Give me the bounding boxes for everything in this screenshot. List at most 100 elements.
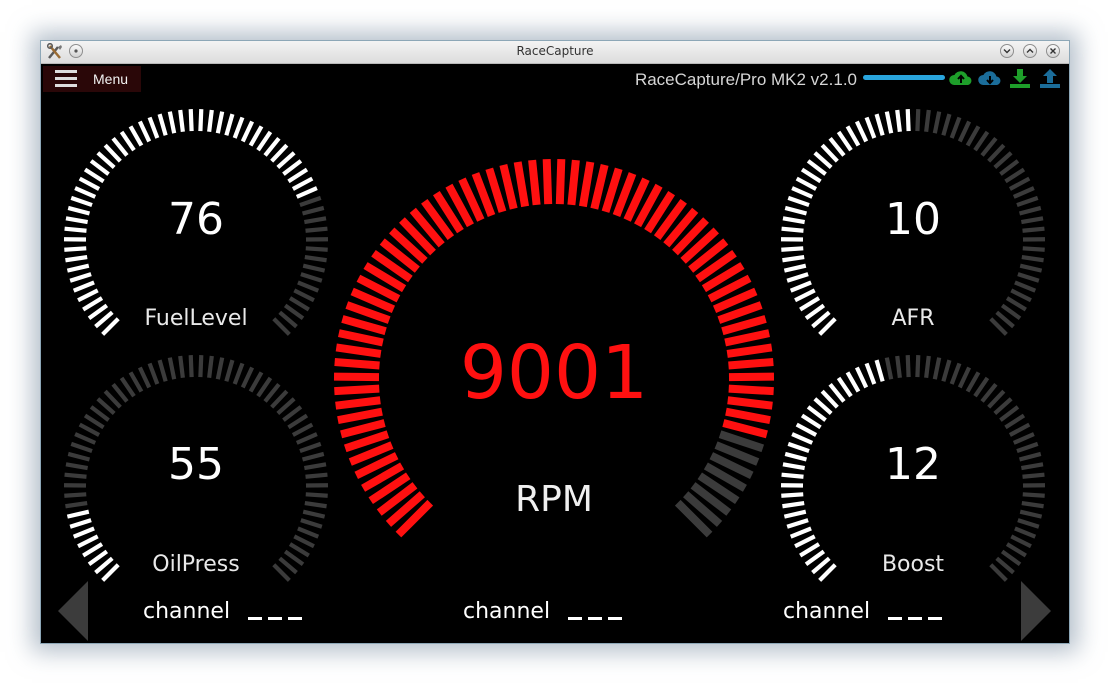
- boost-gauge-segment: [789, 526, 812, 539]
- channel-3-label[interactable]: channel: [783, 599, 870, 624]
- afr-gauge-segment: [905, 109, 911, 132]
- fuel-gauge-segment: [70, 195, 93, 208]
- next-arrow-icon[interactable]: [1019, 581, 1053, 641]
- boost-gauge-segment: [1012, 432, 1035, 445]
- afr-gauge-segment: [1005, 296, 1027, 312]
- oil-gauge-segment: [78, 422, 101, 437]
- fuel-gauge-segment: [64, 246, 87, 252]
- fuel-gauge-segment: [295, 186, 318, 199]
- boost-gauge-segment: [787, 441, 810, 454]
- afr-gauge-segment: [794, 288, 816, 303]
- fuel-gauge-segment: [291, 176, 314, 191]
- oil-gauge-segment: [297, 526, 320, 539]
- fuel-gauge-segment: [65, 254, 88, 263]
- channel-2-label[interactable]: channel: [463, 599, 550, 624]
- afr-gauge-segment: [1014, 280, 1037, 293]
- previous-arrow-icon[interactable]: [56, 581, 90, 641]
- afr-gauge-segment: [1022, 246, 1045, 252]
- afr-gauge-segment: [836, 130, 853, 152]
- download-icon[interactable]: [1007, 67, 1033, 89]
- upload-icon[interactable]: [1037, 67, 1063, 89]
- boost-gauge-segment: [965, 371, 981, 393]
- fuel-gauge-segment: [302, 263, 326, 273]
- fuel-gauge-segment: [303, 216, 327, 225]
- boost-gauge-segment: [784, 451, 808, 462]
- fuel-gauge-segment: [77, 288, 99, 303]
- boost-gauge-segment: [1020, 462, 1044, 471]
- afr-gauge-segment: [932, 111, 942, 134]
- rpm-gauge-segment: [722, 419, 768, 439]
- fuel-gauge-segment: [293, 288, 315, 303]
- menu-button[interactable]: Menu: [43, 66, 141, 92]
- boost-gauge-segment: [795, 422, 818, 437]
- cloud-upload-icon[interactable]: [948, 67, 974, 89]
- device-version-label: RaceCapture/Pro MK2 v2.1.0: [634, 70, 857, 89]
- fuel-gauge-segment: [288, 296, 310, 312]
- boost-gauge-segment: [973, 376, 990, 398]
- oil-gauge-segment: [69, 518, 92, 529]
- rpm-gauge-segment: [340, 419, 386, 439]
- fuel-gauge-segment: [82, 296, 104, 312]
- boost-gauge-segment: [791, 432, 814, 445]
- oil-gauge-segment: [77, 534, 99, 549]
- afr-gauge-segment: [1012, 186, 1035, 199]
- afr-gauge-segment: [1000, 303, 1022, 321]
- app-window: RaceCapture Menu RaceCapture/Pro MK2 v2.…: [40, 40, 1070, 644]
- fuel-gauge-segment: [305, 226, 328, 233]
- boost-gauge-segment: [794, 534, 816, 549]
- cloud-download-icon[interactable]: [977, 67, 1003, 89]
- boost-gauge-segment: [895, 355, 902, 379]
- oil-gauge-segment: [301, 451, 325, 462]
- connection-status-bar: [863, 75, 945, 80]
- afr-label: AFR: [891, 306, 935, 331]
- fuel-gauge-segment: [137, 120, 152, 143]
- rpm-gauge-segment: [578, 161, 595, 208]
- fuel-gauge-segment: [147, 116, 160, 139]
- fuel-gauge-segment: [301, 205, 325, 216]
- boost-gauge-segment: [799, 542, 821, 558]
- fuel-gauge-segment: [287, 167, 309, 184]
- fuel-gauge-segment: [240, 120, 255, 143]
- oil-gauge-segment: [70, 441, 93, 454]
- afr-gauge-segment: [1019, 263, 1043, 273]
- fuel-gauge-segment: [305, 246, 328, 252]
- boost-gauge-segment: [845, 371, 861, 393]
- rpm-gauge-segment: [542, 158, 553, 205]
- boost-gauge-segment: [941, 359, 952, 382]
- boost-value: 12: [885, 439, 941, 490]
- oil-gauge-segment: [232, 362, 245, 385]
- afr-gauge-segment: [800, 167, 822, 184]
- fuel-gauge-segment: [78, 176, 101, 191]
- afr-gauge-segment: [884, 111, 894, 134]
- fuel-gauge-segment: [66, 263, 90, 273]
- oil-gauge-segment: [74, 432, 97, 445]
- fuel-gauge-segment: [224, 113, 235, 136]
- oil-gauge-segment: [283, 549, 305, 567]
- channel-1-label[interactable]: channel: [143, 599, 230, 624]
- boost-gauge-segment: [781, 472, 804, 479]
- rpm-gauge-segment: [528, 159, 541, 206]
- oil-gauge-segment: [87, 549, 109, 567]
- rpm-gauge-segment: [334, 357, 380, 370]
- afr-gauge-segment: [1004, 167, 1026, 184]
- afr-gauge-segment: [1018, 205, 1042, 216]
- close-button[interactable]: [1046, 44, 1060, 58]
- boost-gauge-segment: [804, 549, 826, 567]
- oil-gauge-segment: [137, 366, 152, 389]
- title-bar: RaceCapture: [41, 41, 1069, 64]
- boost-gauge-segment: [924, 355, 931, 379]
- oil-gauge-segment: [83, 413, 105, 430]
- boost-gauge-segment: [1008, 422, 1031, 437]
- boost-gauge-segment: [874, 359, 885, 382]
- oil-gauge-segment: [293, 534, 315, 549]
- boost-gauge-segment: [783, 509, 807, 519]
- rpm-gauge-segment: [499, 163, 518, 210]
- fuel-gauge-segment: [67, 205, 91, 216]
- hamburger-icon: [55, 70, 77, 87]
- oil-gauge-segment: [119, 376, 136, 398]
- fuel-gauge-segment: [207, 109, 214, 133]
- minimize-button[interactable]: [1000, 44, 1014, 58]
- oil-gauge-segment: [65, 500, 88, 509]
- afr-gauge-segment: [874, 113, 885, 136]
- maximize-button[interactable]: [1023, 44, 1037, 58]
